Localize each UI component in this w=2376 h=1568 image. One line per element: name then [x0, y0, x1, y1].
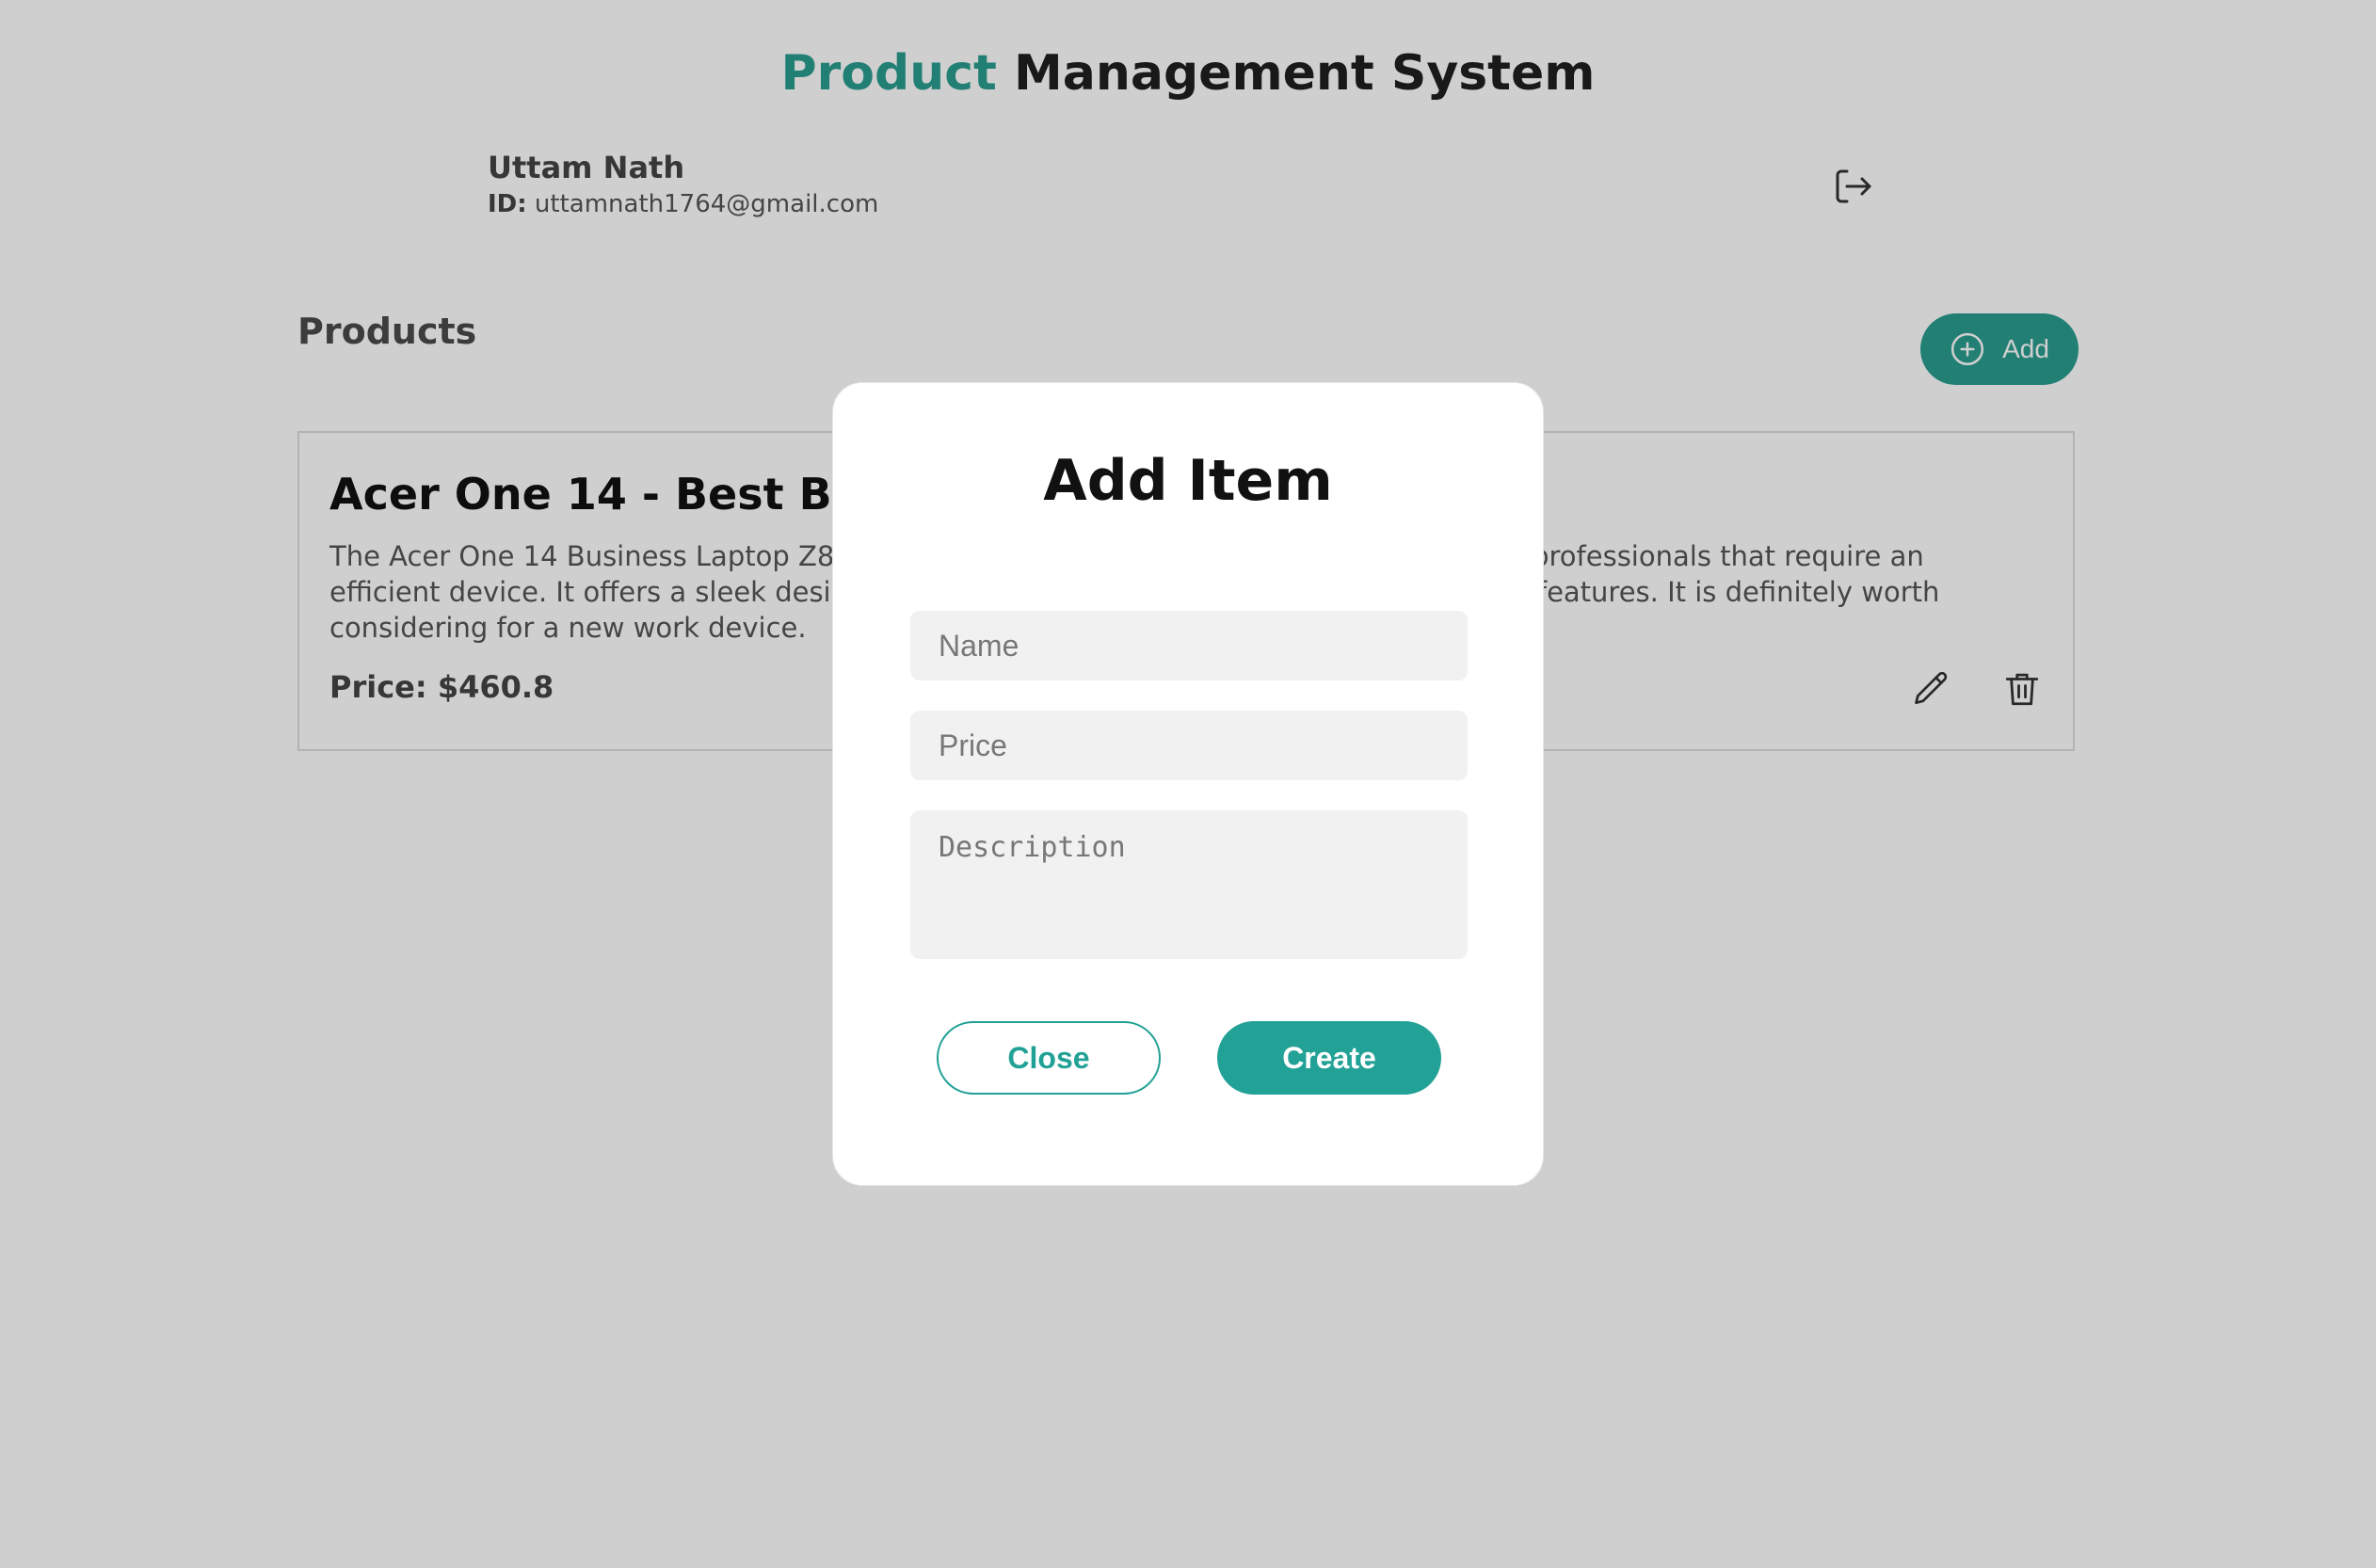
description-textarea[interactable]: [910, 810, 1468, 959]
add-item-dialog: Add Item Close Create: [832, 382, 1544, 1186]
name-input[interactable]: [910, 611, 1468, 680]
dialog-title: Add Item: [1043, 448, 1333, 514]
create-button[interactable]: Create: [1217, 1021, 1441, 1095]
price-input[interactable]: [910, 711, 1468, 780]
close-button[interactable]: Close: [937, 1021, 1161, 1095]
